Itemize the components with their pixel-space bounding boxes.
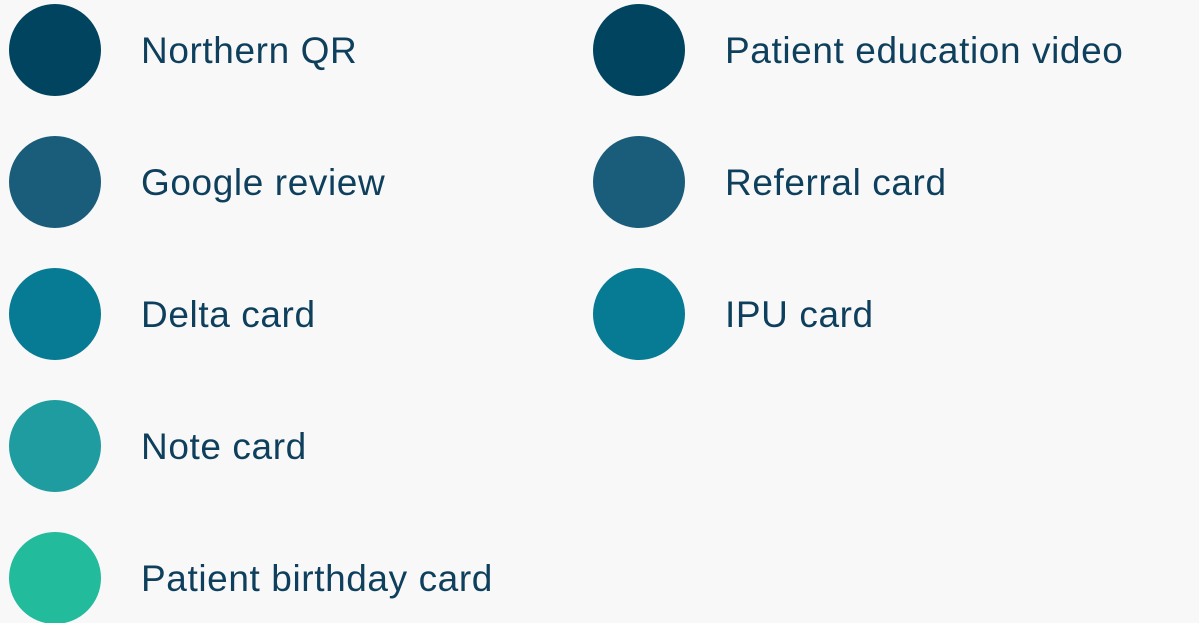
legend-swatch bbox=[593, 4, 685, 96]
legend-item-patient-birthday-card: Patient birthday card bbox=[9, 532, 493, 623]
legend-item-google-review: Google review bbox=[9, 136, 385, 228]
legend-label: IPU card bbox=[725, 293, 874, 335]
legend-label: Referral card bbox=[725, 161, 947, 203]
legend-swatch bbox=[9, 4, 101, 96]
legend-swatch bbox=[593, 268, 685, 360]
legend-swatch bbox=[9, 268, 101, 360]
legend-label: Northern QR bbox=[141, 29, 358, 71]
legend-label: Patient birthday card bbox=[141, 557, 493, 599]
legend-label: Google review bbox=[141, 161, 386, 203]
legend-swatch bbox=[9, 400, 101, 492]
legend-item-referral-card: Referral card bbox=[593, 136, 947, 228]
legend-label: Note card bbox=[141, 425, 307, 467]
chart-legend: Northern QR Google review Delta card Not… bbox=[0, 0, 1199, 623]
legend-item-patient-education-video: Patient education video bbox=[593, 4, 1123, 96]
legend-item-note-card: Note card bbox=[9, 400, 307, 492]
legend-swatch bbox=[9, 136, 101, 228]
legend-label: Delta card bbox=[141, 293, 316, 335]
legend-swatch bbox=[9, 532, 101, 623]
legend-item-ipu-card: IPU card bbox=[593, 268, 874, 360]
legend-label: Patient education video bbox=[725, 29, 1124, 71]
legend-item-northern-qr: Northern QR bbox=[9, 4, 357, 96]
legend-swatch bbox=[593, 136, 685, 228]
legend-item-delta-card: Delta card bbox=[9, 268, 316, 360]
